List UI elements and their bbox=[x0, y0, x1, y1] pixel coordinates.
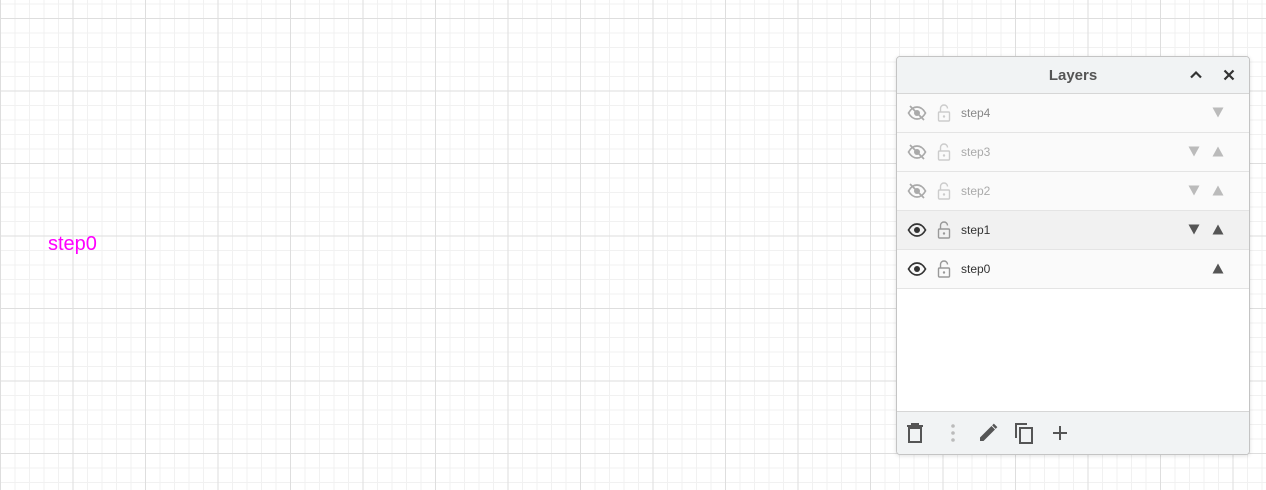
layer-name: step3 bbox=[961, 145, 991, 159]
duplicate-icon[interactable] bbox=[1012, 421, 1036, 445]
eye-off-icon[interactable] bbox=[907, 181, 927, 201]
layer-name: step4 bbox=[961, 106, 991, 120]
close-icon[interactable] bbox=[1219, 65, 1239, 85]
eye-off-icon[interactable] bbox=[907, 142, 927, 162]
lock-open-icon[interactable] bbox=[937, 259, 951, 279]
layer-name: step2 bbox=[961, 184, 991, 198]
plus-icon[interactable] bbox=[1048, 421, 1072, 445]
lock-open-icon[interactable] bbox=[937, 142, 951, 162]
layers-panel-header: Layers bbox=[897, 57, 1249, 94]
move-up-icon[interactable] bbox=[1211, 183, 1225, 197]
move-down-icon[interactable] bbox=[1187, 144, 1201, 158]
move-down-icon[interactable] bbox=[1187, 183, 1201, 197]
layer-row[interactable]: step1 bbox=[897, 211, 1249, 250]
lock-open-icon[interactable] bbox=[937, 220, 951, 240]
move-up-icon[interactable] bbox=[1211, 144, 1225, 158]
eye-off-icon[interactable] bbox=[907, 103, 927, 123]
move-down-icon[interactable] bbox=[1187, 222, 1201, 236]
eye-icon[interactable] bbox=[907, 220, 927, 240]
canvas-text-shape[interactable]: step0 bbox=[48, 233, 97, 256]
layers-list: step4 step3 step2 step1 step0 bbox=[897, 94, 1249, 289]
move-up-icon[interactable] bbox=[1211, 261, 1225, 275]
layer-row[interactable]: step0 bbox=[897, 250, 1249, 289]
layer-name: step0 bbox=[961, 262, 991, 276]
trash-icon[interactable] bbox=[903, 421, 927, 445]
layers-panel-footer bbox=[897, 411, 1249, 454]
layer-row[interactable]: step4 bbox=[897, 94, 1249, 133]
layers-panel: Layers step4 step3 step2 step1 step0 bbox=[896, 56, 1250, 455]
lock-open-icon[interactable] bbox=[937, 103, 951, 123]
chevron-up-icon[interactable] bbox=[1186, 65, 1206, 85]
move-up-icon[interactable] bbox=[1211, 222, 1225, 236]
layer-name: step1 bbox=[961, 223, 991, 237]
lock-open-icon[interactable] bbox=[937, 181, 951, 201]
layer-row[interactable]: step3 bbox=[897, 133, 1249, 172]
pencil-icon[interactable] bbox=[976, 421, 1000, 445]
move-down-icon[interactable] bbox=[1211, 105, 1225, 119]
eye-icon[interactable] bbox=[907, 259, 927, 279]
more-vertical-icon[interactable] bbox=[941, 421, 965, 445]
layer-row[interactable]: step2 bbox=[897, 172, 1249, 211]
